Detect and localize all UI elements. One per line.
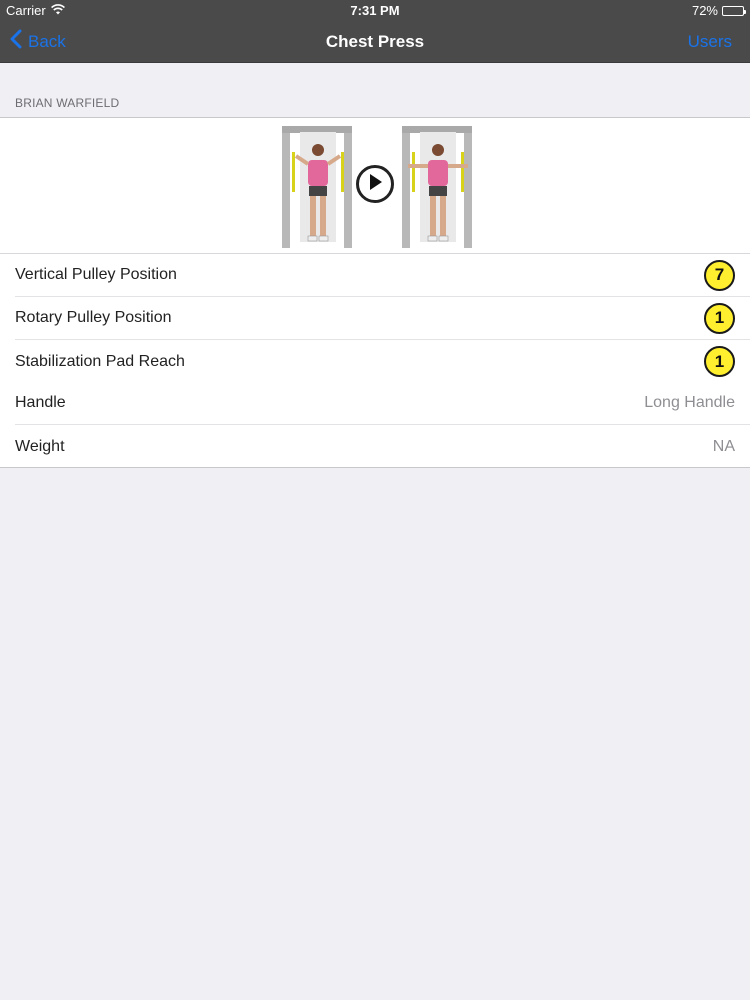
play-button[interactable] (356, 165, 394, 203)
position-badge: 7 (704, 259, 735, 291)
navigation-bar: Back Chest Press Users (0, 20, 750, 63)
setting-label: Rotary Pulley Position (15, 309, 172, 326)
detail-row-handle[interactable]: Handle Long Handle (15, 382, 750, 425)
status-right: 72% (691, 3, 746, 18)
battery-percent: 72% (691, 3, 718, 18)
exercise-video-thumbnail[interactable] (0, 118, 750, 254)
machine-illustration-start (282, 126, 352, 248)
battery-icon (722, 5, 746, 16)
machine-illustration-end (402, 126, 472, 248)
play-icon (367, 173, 383, 196)
section-header-user: BRIAN WARFIELD (15, 96, 120, 110)
setting-label: Vertical Pulley Position (15, 266, 177, 283)
position-badge: 1 (704, 346, 735, 377)
detail-label: Handle (15, 394, 66, 411)
machine-settings-group: Vertical Pulley Position 7 Rotary Pulley… (0, 117, 750, 383)
detail-value: NA (712, 437, 735, 455)
detail-label: Weight (15, 437, 65, 455)
setting-row-vertical-pulley[interactable]: Vertical Pulley Position 7 (15, 254, 750, 297)
detail-row-weight[interactable]: Weight NA (15, 425, 750, 468)
exercise-details-group: Handle Long Handle Weight NA (0, 382, 750, 468)
detail-value: Long Handle (644, 394, 735, 411)
position-badge: 1 (704, 302, 735, 334)
page-title: Chest Press (325, 32, 425, 51)
setting-row-rotary-pulley[interactable]: Rotary Pulley Position 1 (15, 297, 750, 340)
status-bar: Carrier 7:31 PM 72% (0, 0, 750, 20)
status-time: 7:31 PM (350, 3, 400, 18)
users-button[interactable]: Users (688, 32, 732, 52)
setting-row-stabilization-pad[interactable]: Stabilization Pad Reach 1 (15, 340, 750, 383)
setting-label: Stabilization Pad Reach (15, 352, 185, 370)
